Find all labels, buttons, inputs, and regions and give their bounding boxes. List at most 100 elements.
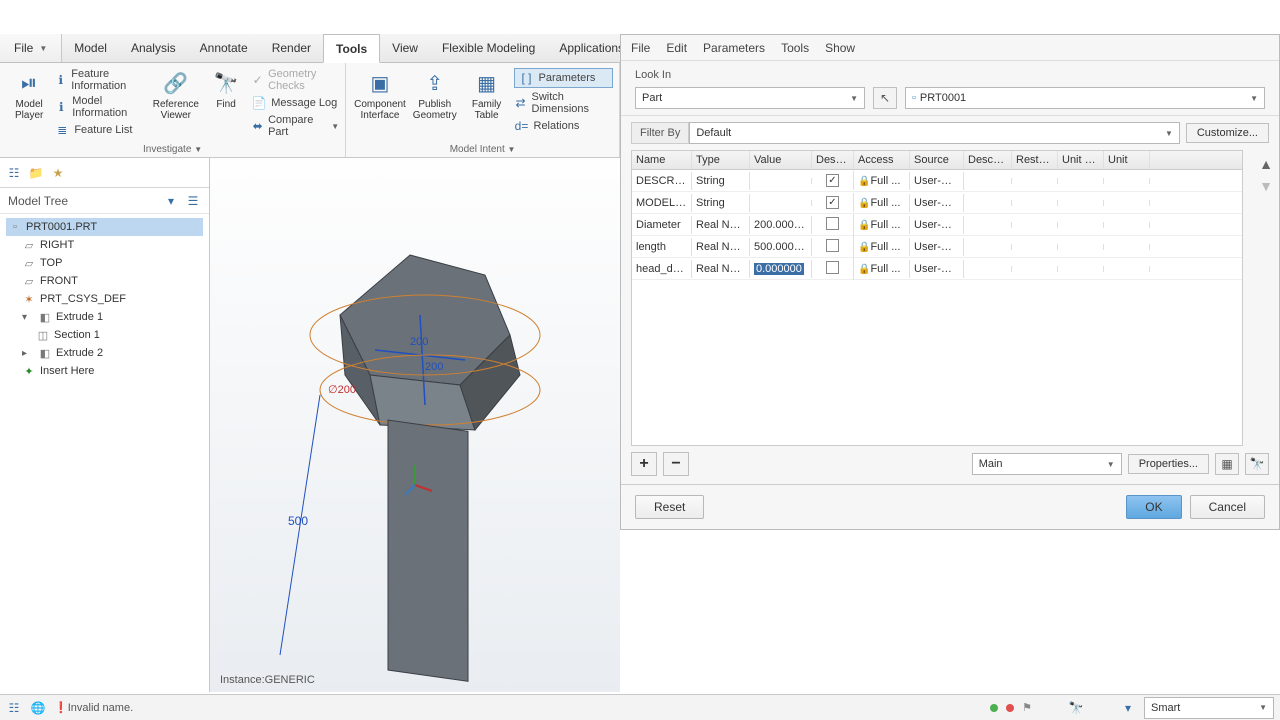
tab-analysis[interactable]: Analysis [119, 34, 188, 62]
col-source[interactable]: Source [910, 151, 964, 169]
link-icon: 🔗 [160, 69, 192, 97]
publish-icon: ⇪ [419, 69, 451, 97]
tree-insert-here[interactable]: ✦Insert Here [20, 362, 203, 380]
tab-render[interactable]: Render [260, 34, 323, 62]
component-interface-button[interactable]: ▣ Component Interface [352, 67, 408, 153]
family-table-button[interactable]: ▦ Family Table [462, 67, 512, 153]
dlg-menu-file[interactable]: File [631, 41, 650, 55]
tab-view[interactable]: View [380, 34, 430, 62]
filter-status-icon[interactable]: ▾ [1120, 700, 1136, 716]
tree-root[interactable]: ▫PRT0001.PRT [6, 218, 203, 236]
lookin-name-combo[interactable]: ▫PRT0001▼ [905, 87, 1265, 109]
col-value[interactable]: Value [750, 151, 812, 169]
feature-list-button[interactable]: ≣Feature List [54, 122, 148, 138]
col-name[interactable]: Name [632, 151, 692, 169]
cancel-button[interactable]: Cancel [1190, 495, 1265, 519]
tab-tools[interactable]: Tools [323, 34, 380, 63]
lock-icon: 🔒 [858, 220, 870, 231]
switch-icon: ⇄ [514, 95, 528, 111]
geometry-checks-button[interactable]: ✓Geometry Checks [251, 68, 339, 92]
select-icon-button[interactable]: ↖ [873, 87, 897, 109]
filter-label: Filter By [631, 122, 689, 144]
extrude-icon: ◧ [38, 346, 52, 360]
col-type[interactable]: Type [692, 151, 750, 169]
publish-geometry-button[interactable]: ⇪ Publish Geometry [410, 67, 460, 153]
compare-part-button[interactable]: ⬌Compare Part▼ [251, 114, 339, 138]
tree-extrude1[interactable]: ▾◧Extrude 1 [20, 308, 203, 326]
checkbox[interactable] [826, 261, 839, 274]
feature-info-button[interactable]: ℹFeature Information [54, 68, 148, 92]
dlg-menu-tools[interactable]: Tools [781, 41, 809, 55]
table-row[interactable]: lengthReal Num...500.0000...🔒Full ...Use… [632, 236, 1242, 258]
table-row[interactable]: MODELE...String🔒Full ...User-Defi... [632, 192, 1242, 214]
col-designate[interactable]: Desig... [812, 151, 854, 169]
binoculars-icon[interactable]: 🔭 [1068, 700, 1084, 716]
move-up-button[interactable]: ▲ [1259, 156, 1273, 172]
svg-text:∅200: ∅200 [328, 384, 356, 396]
3d-viewport[interactable]: 200 200 500 ∅200 Instance:GENERIC [210, 158, 620, 692]
filter-combo[interactable]: Default▼ [689, 122, 1180, 144]
table-row[interactable]: DiameterReal Num...200.0000...🔒Full ...U… [632, 214, 1242, 236]
col-description[interactable]: Descri... [964, 151, 1012, 169]
info-icon: ℹ [54, 72, 67, 88]
table-view-icon[interactable]: ▦ [1215, 453, 1239, 475]
tree-plane-front[interactable]: ▱FRONT [20, 272, 203, 290]
tree-plane-right[interactable]: ▱RIGHT [20, 236, 203, 254]
tab-flexible-modeling[interactable]: Flexible Modeling [430, 34, 547, 62]
lookin-type-combo[interactable]: Part▼ [635, 87, 865, 109]
tree-icon[interactable]: ☷ [6, 700, 22, 716]
extrude-icon: ◧ [38, 310, 52, 324]
find-button[interactable]: 🔭 Find [203, 67, 249, 153]
instance-label: Instance:GENERIC [220, 674, 315, 686]
col-access[interactable]: Access [854, 151, 910, 169]
tab-model[interactable]: Model [62, 34, 119, 62]
tab-annotate[interactable]: Annotate [188, 34, 260, 62]
check-icon: ✓ [251, 72, 264, 88]
csys-icon: ✶ [22, 292, 36, 306]
table-row[interactable]: head_de...Real Num...0.000000🔒Full ...Us… [632, 258, 1242, 280]
dlg-menu-parameters[interactable]: Parameters [703, 41, 765, 55]
ok-button[interactable]: OK [1126, 495, 1181, 519]
tree-plane-top[interactable]: ▱TOP [20, 254, 203, 272]
checkbox[interactable] [826, 239, 839, 252]
add-param-button[interactable]: + [631, 452, 657, 476]
message-log-button[interactable]: 📄Message Log [251, 95, 339, 111]
switch-dimensions-button[interactable]: ⇄Switch Dimensions [514, 91, 614, 115]
file-menu[interactable]: File▼ [0, 34, 62, 62]
checkbox[interactable] [826, 196, 839, 209]
selection-filter-combo[interactable]: Smart▼ [1144, 697, 1274, 719]
checkbox[interactable] [826, 217, 839, 230]
reference-viewer-button[interactable]: 🔗 Reference Viewer [151, 67, 201, 153]
star-icon[interactable]: ★ [50, 165, 66, 181]
brackets-icon: [ ] [519, 70, 535, 86]
model-player-button[interactable]: ⏯ Model Player [6, 67, 52, 153]
col-restrict[interactable]: Restri... [1012, 151, 1058, 169]
filter-icon[interactable]: ▾ [163, 193, 179, 209]
tree-section1[interactable]: ◫Section 1 [34, 326, 203, 344]
properties-button[interactable]: Properties... [1128, 454, 1209, 474]
col-unitq[interactable]: Unit Q... [1058, 151, 1104, 169]
customize-button[interactable]: Customize... [1186, 123, 1269, 143]
folder-icon[interactable]: 📁 [28, 165, 44, 181]
relations-button[interactable]: d=Relations [514, 118, 614, 134]
flag-icon[interactable]: ⚑ [1022, 701, 1032, 714]
main-combo[interactable]: Main▼ [972, 453, 1122, 475]
checkbox[interactable] [826, 174, 839, 187]
settings-icon[interactable]: ☰ [185, 193, 201, 209]
dlg-menu-edit[interactable]: Edit [666, 41, 687, 55]
model-info-button[interactable]: ℹModel Information [54, 95, 148, 119]
table-row[interactable]: DESCRIP...String🔒Full ...User-Defi... [632, 170, 1242, 192]
remove-param-button[interactable]: − [663, 452, 689, 476]
col-unit[interactable]: Unit [1104, 151, 1150, 169]
reset-button[interactable]: Reset [635, 495, 704, 519]
tree-extrude2[interactable]: ▸◧Extrude 2 [20, 344, 203, 362]
tree-csys[interactable]: ✶PRT_CSYS_DEF [20, 290, 203, 308]
status-message: ❗Invalid name. [54, 701, 133, 714]
parameters-button[interactable]: [ ]Parameters [514, 68, 614, 88]
binoculars-icon[interactable]: 🔭 [1245, 453, 1269, 475]
dlg-menu-show[interactable]: Show [825, 41, 855, 55]
group-model-intent-label: Model Intent ▼ [346, 144, 619, 155]
move-down-button[interactable]: ▼ [1259, 178, 1273, 194]
tree-icon[interactable]: ☷ [6, 165, 22, 181]
globe-icon[interactable]: 🌐 [30, 700, 46, 716]
